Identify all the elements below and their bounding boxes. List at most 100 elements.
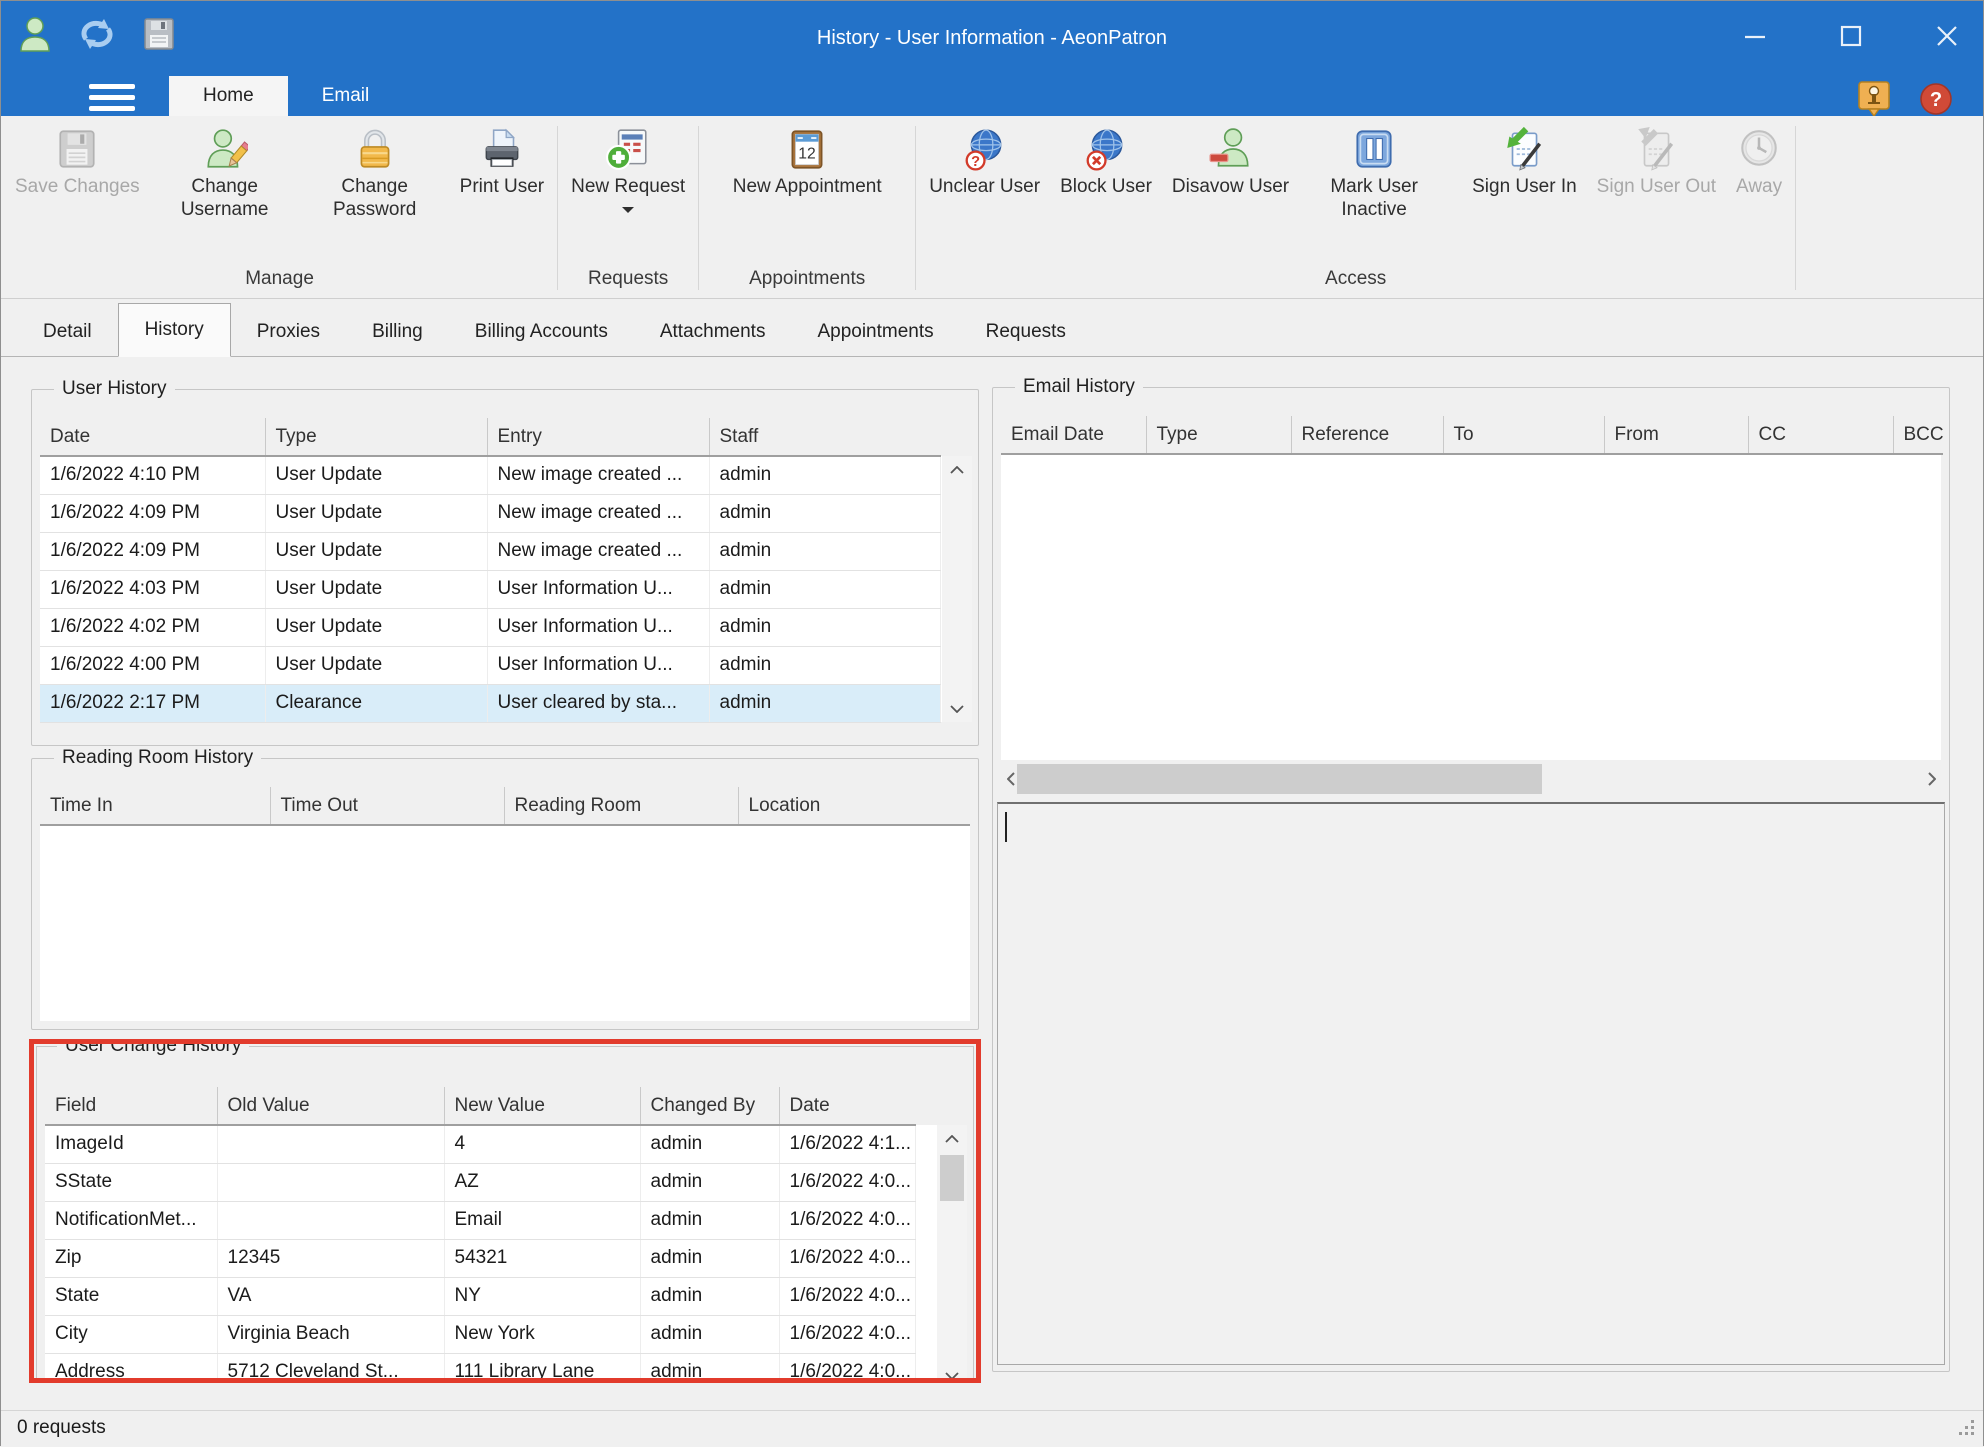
column-header[interactable]: Entry [487,418,709,456]
tab-attachments[interactable]: Attachments [634,307,792,356]
sign-user-in-button[interactable]: Sign User In [1462,124,1587,198]
table-row[interactable]: 1/6/2022 4:09 PMUser UpdateNew image cre… [40,532,940,570]
change-username-button[interactable]: Change Username [150,124,300,221]
ribbon-separator [915,126,916,290]
column-header[interactable]: Staff [709,418,940,456]
block-user-button[interactable]: Block User [1050,124,1162,198]
column-header[interactable]: Date [40,418,265,456]
table-cell: New York [444,1315,640,1353]
new-appointment-button[interactable]: 12 New Appointment [723,124,892,198]
tab-proxies[interactable]: Proxies [231,307,346,356]
change-password-button[interactable]: Change Password [300,124,450,221]
column-header[interactable]: Time In [40,787,270,825]
column-header[interactable]: Old Value [217,1087,444,1125]
table-cell: Virginia Beach [217,1315,444,1353]
scroll-up-icon[interactable] [937,1125,967,1153]
user-change-history-highlight: User Change History Field Old Value New … [29,1039,981,1383]
table-row[interactable]: 1/6/2022 4:02 PMUser UpdateUser Informat… [40,608,940,646]
table-cell: New image created ... [487,456,709,494]
status-bar: 0 requests [1,1410,1983,1447]
hamburger-menu-button[interactable] [79,81,145,113]
text-caret [1005,812,1007,842]
column-header[interactable]: Type [1146,416,1291,454]
minimize-icon [1742,23,1768,54]
column-header[interactable]: From [1604,416,1748,454]
column-header[interactable]: Time Out [270,787,504,825]
column-header[interactable]: CC [1748,416,1893,454]
ribbon-button-label: Disavow User [1172,175,1289,198]
column-header[interactable]: Location [738,787,970,825]
minimize-button[interactable] [1733,19,1777,57]
scroll-right-icon[interactable] [1917,762,1945,796]
new-request-button[interactable]: New Request [561,124,695,219]
close-button[interactable] [1925,19,1969,57]
tab-label: Appointments [817,321,933,343]
ribbon-separator [698,126,699,290]
horizontal-scrollbar[interactable] [997,762,1945,796]
table-row[interactable]: SStateAZadmin1/6/2022 4:0... [45,1163,915,1201]
vertical-scrollbar[interactable] [937,1125,967,1383]
title-bar: History - User Information - AeonPatron [1,1,1983,76]
tab-appointments[interactable]: Appointments [791,307,959,356]
ribbon-button-label: New Appointment [733,175,882,198]
unclear-user-button[interactable]: ? Unclear User [919,124,1050,198]
tab-billing[interactable]: Billing [346,307,449,356]
tab-requests[interactable]: Requests [960,307,1092,356]
tab-billing-accounts[interactable]: Billing Accounts [449,307,634,356]
email-preview-textarea[interactable] [997,802,1945,1365]
sign-user-out-button: Sign User Out [1587,124,1726,198]
pause-icon [1351,126,1397,172]
table-cell: 1/6/2022 4:0... [779,1163,915,1201]
tab-detail[interactable]: Detail [17,307,118,356]
column-header[interactable]: Reading Room [504,787,738,825]
tab-history[interactable]: History [118,303,231,357]
table-row[interactable]: 1/6/2022 4:10 PMUser UpdateNew image cre… [40,456,940,494]
table-cell: 1/6/2022 4:0... [779,1201,915,1239]
vertical-scrollbar[interactable] [942,456,972,722]
floppy-disk-icon [54,126,100,172]
table-row[interactable]: Zip1234554321admin1/6/2022 4:0... [45,1239,915,1277]
table-row[interactable]: Address5712 Cleveland St...111 Library L… [45,1353,915,1383]
table-cell: admin [640,1163,779,1201]
scrollbar-thumb[interactable] [1017,764,1542,794]
ribbon-group-requests: New Request Requests [561,116,695,298]
ribbon-group-label: Manage [5,266,554,298]
scroll-down-icon[interactable] [942,694,972,722]
table-cell: 1/6/2022 4:00 PM [40,646,265,684]
table-row[interactable]: 1/6/2022 4:09 PMUser UpdateNew image cre… [40,494,940,532]
ribbon-tab-email[interactable]: Email [288,76,404,116]
table-cell: User Information U... [487,570,709,608]
column-header[interactable]: BCC [1893,416,1943,454]
table-row[interactable]: ImageId4admin1/6/2022 4:1... [45,1125,915,1163]
table-cell: admin [640,1125,779,1163]
table-row[interactable]: 1/6/2022 2:17 PMClearanceUser cleared by… [40,684,940,722]
ribbon-button-label: Unclear User [929,175,1040,198]
column-header[interactable]: Type [265,418,487,456]
ribbon-separator [557,126,558,290]
table-row[interactable]: 1/6/2022 4:00 PMUser UpdateUser Informat… [40,646,940,684]
scroll-up-icon[interactable] [942,456,972,484]
column-header[interactable]: Date [779,1087,915,1125]
app-window: History - User Information - AeonPatron [0,0,1984,1446]
ribbon-button-label: Change Username [160,175,290,221]
column-header[interactable]: New Value [444,1087,640,1125]
disavow-user-button[interactable]: Disavow User [1162,124,1299,198]
maximize-button[interactable] [1829,19,1873,57]
column-header[interactable]: Field [45,1087,217,1125]
table-row[interactable]: CityVirginia BeachNew Yorkadmin1/6/2022 … [45,1315,915,1353]
scrollbar-thumb[interactable] [940,1155,964,1201]
ribbon-tab-home[interactable]: Home [169,76,288,116]
table-row[interactable]: 1/6/2022 4:03 PMUser UpdateUser Informat… [40,570,940,608]
column-header[interactable]: To [1443,416,1604,454]
column-header[interactable]: Email Date [1001,416,1146,454]
scroll-down-icon[interactable] [937,1361,967,1383]
column-header[interactable]: Changed By [640,1087,779,1125]
table-row[interactable]: NotificationMet...Emailadmin1/6/2022 4:0… [45,1201,915,1239]
column-header[interactable]: Reference [1291,416,1443,454]
padlock-icon [352,126,398,172]
svg-text:?: ? [1930,89,1942,111]
mark-user-inactive-button[interactable]: Mark User Inactive [1299,124,1449,221]
table-row[interactable]: StateVANYadmin1/6/2022 4:0... [45,1277,915,1315]
resize-grip-icon[interactable] [1955,1416,1977,1443]
print-user-button[interactable]: Print User [450,124,554,198]
